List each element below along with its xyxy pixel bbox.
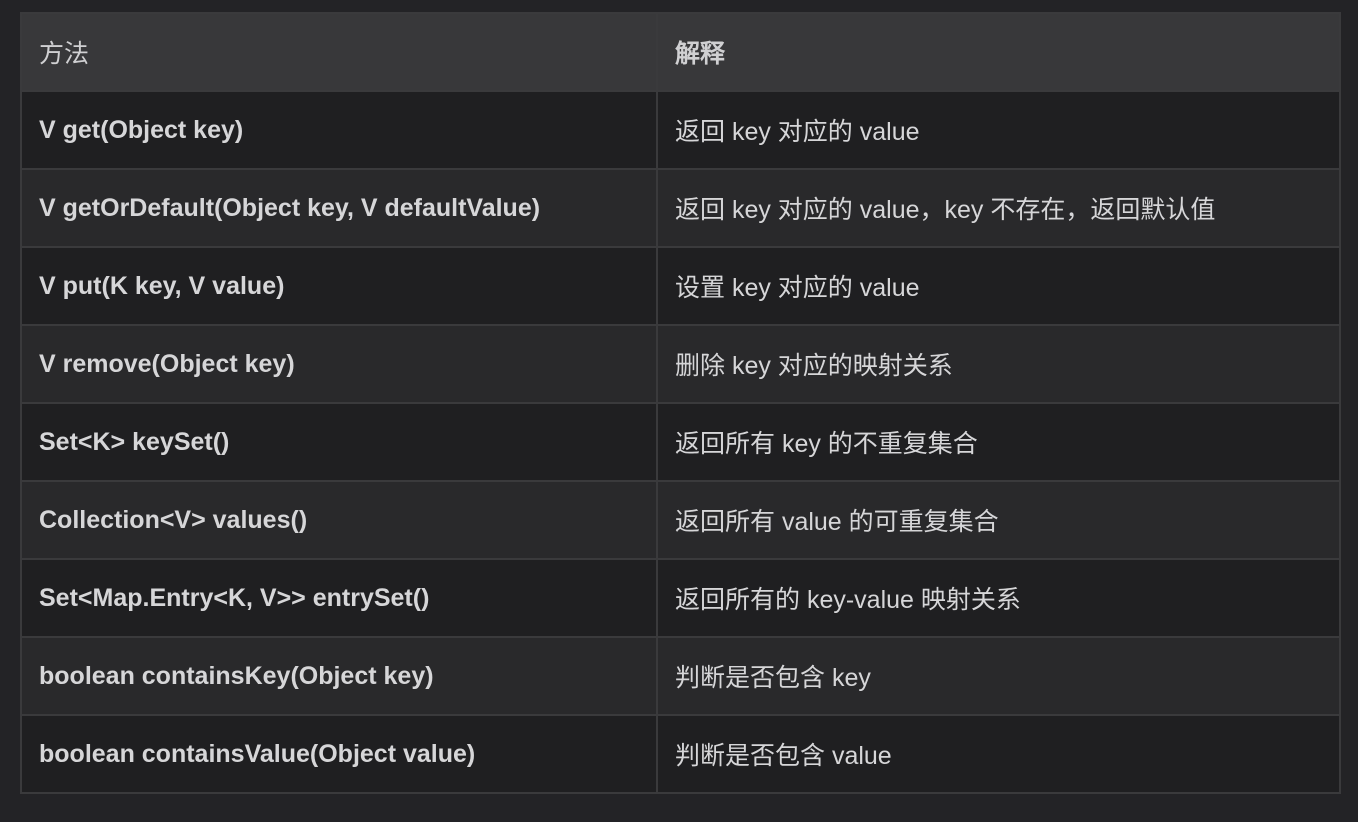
- page: 方法 解释 V get(Object key) 返回 key 对应的 value…: [0, 0, 1358, 822]
- table-row: boolean containsValue(Object value) 判断是否…: [20, 714, 1341, 794]
- table-row: V remove(Object key) 删除 key 对应的映射关系: [20, 324, 1341, 404]
- table-row: boolean containsKey(Object key) 判断是否包含 k…: [20, 636, 1341, 716]
- description-cell: 返回所有 value 的可重复集合: [656, 480, 1341, 560]
- table-header: 方法 解释: [20, 12, 1341, 92]
- description-cell: 判断是否包含 value: [656, 714, 1341, 794]
- header-description: 解释: [656, 12, 1341, 92]
- table-row: Set<K> keySet() 返回所有 key 的不重复集合: [20, 402, 1341, 482]
- table-row: Collection<V> values() 返回所有 value 的可重复集合: [20, 480, 1341, 560]
- method-cell: V put(K key, V value): [20, 246, 658, 326]
- method-cell: boolean containsValue(Object value): [20, 714, 658, 794]
- description-cell: 判断是否包含 key: [656, 636, 1341, 716]
- description-cell: 设置 key 对应的 value: [656, 246, 1341, 326]
- methods-table: 方法 解释 V get(Object key) 返回 key 对应的 value…: [20, 12, 1341, 794]
- table-row: V put(K key, V value) 设置 key 对应的 value: [20, 246, 1341, 326]
- method-cell: Set<Map.Entry<K, V>> entrySet(): [20, 558, 658, 638]
- method-cell: V get(Object key): [20, 90, 658, 170]
- description-cell: 返回 key 对应的 value，key 不存在，返回默认值: [656, 168, 1341, 248]
- table-body: V get(Object key) 返回 key 对应的 value V get…: [20, 90, 1341, 794]
- method-cell: boolean containsKey(Object key): [20, 636, 658, 716]
- table-row: Set<Map.Entry<K, V>> entrySet() 返回所有的 ke…: [20, 558, 1341, 638]
- description-cell: 返回所有 key 的不重复集合: [656, 402, 1341, 482]
- description-cell: 删除 key 对应的映射关系: [656, 324, 1341, 404]
- table-row: V get(Object key) 返回 key 对应的 value: [20, 90, 1341, 170]
- method-cell: Set<K> keySet(): [20, 402, 658, 482]
- method-cell: Collection<V> values(): [20, 480, 658, 560]
- description-cell: 返回所有的 key-value 映射关系: [656, 558, 1341, 638]
- method-cell: V remove(Object key): [20, 324, 658, 404]
- method-cell: V getOrDefault(Object key, V defaultValu…: [20, 168, 658, 248]
- header-row: 方法 解释: [20, 12, 1341, 92]
- description-cell: 返回 key 对应的 value: [656, 90, 1341, 170]
- table-row: V getOrDefault(Object key, V defaultValu…: [20, 168, 1341, 248]
- header-method: 方法: [20, 12, 658, 92]
